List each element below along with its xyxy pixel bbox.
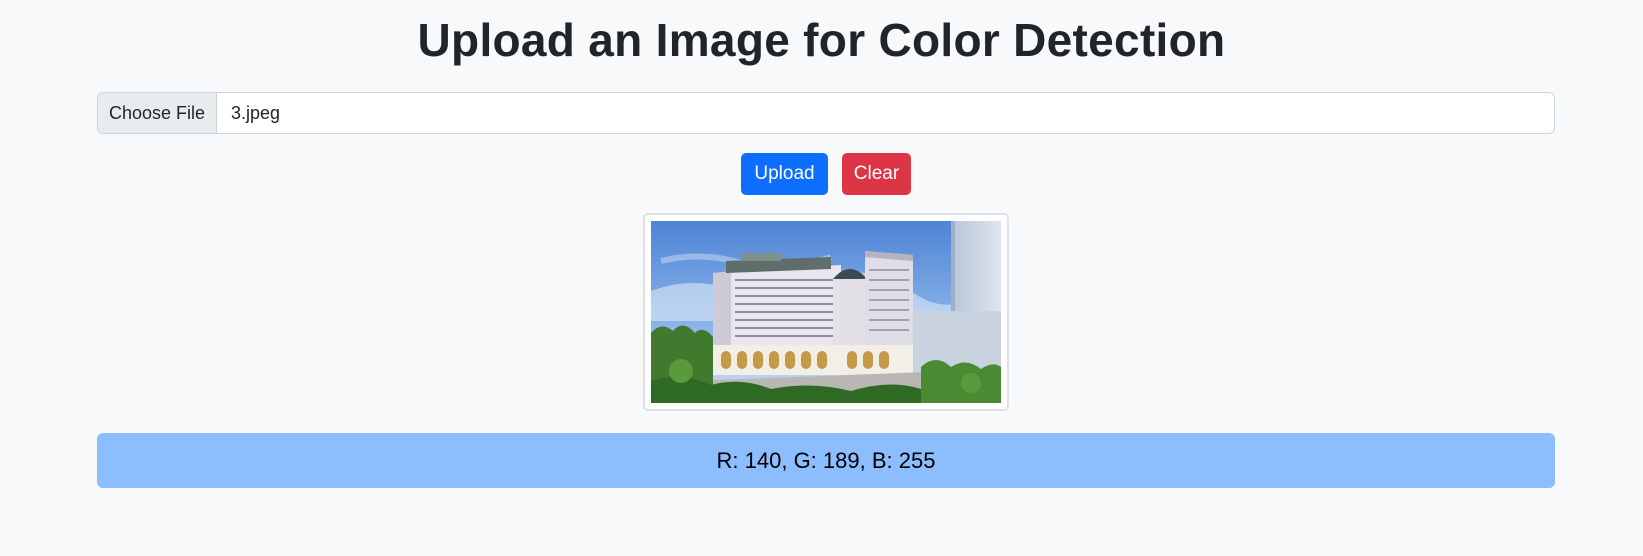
page: Upload an Image for Color Detection Choo…: [0, 0, 1643, 556]
clear-button[interactable]: Clear: [842, 153, 911, 195]
image-preview[interactable]: [651, 221, 1001, 403]
image-preview-frame: [643, 213, 1009, 411]
building-photo: [651, 221, 1001, 403]
page-title: Upload an Image for Color Detection: [417, 14, 1226, 66]
choose-file-button[interactable]: Choose File: [98, 93, 217, 133]
upload-button[interactable]: Upload: [741, 153, 828, 195]
detected-color-result: R: 140, G: 189, B: 255: [97, 433, 1555, 488]
file-input[interactable]: Choose File 3.jpeg: [97, 92, 1555, 134]
selected-file-name: 3.jpeg: [231, 102, 281, 123]
